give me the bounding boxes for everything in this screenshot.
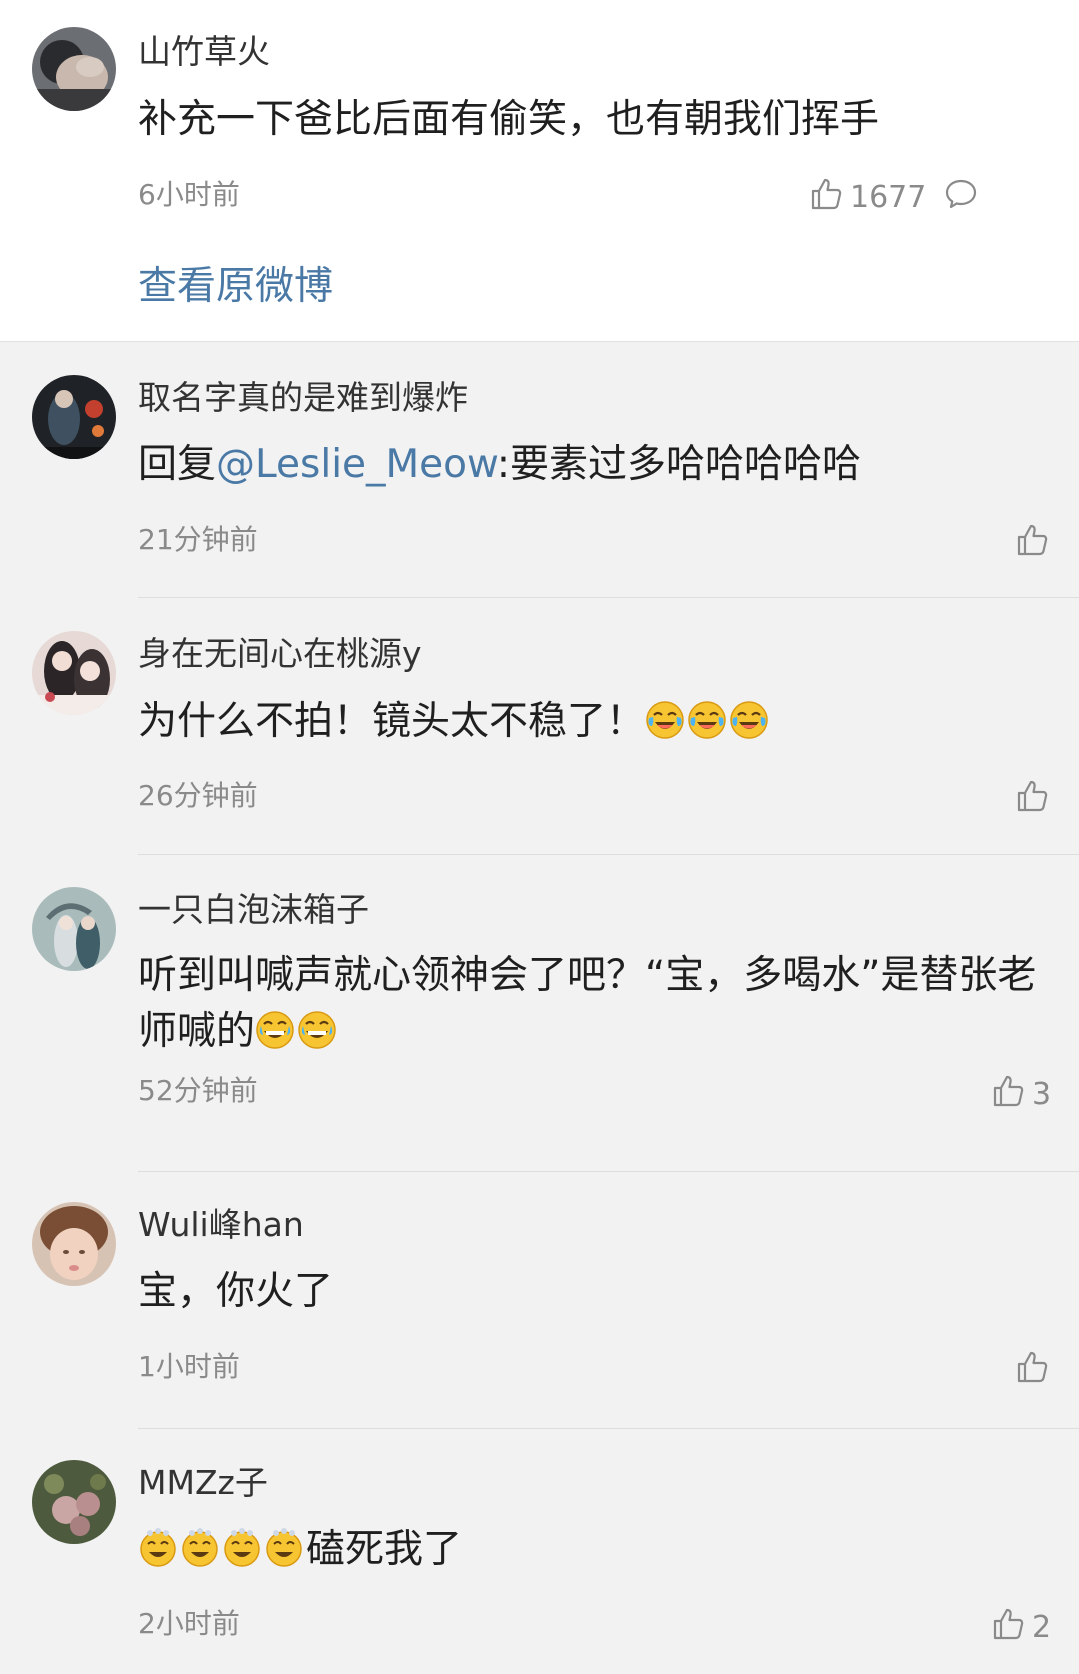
avatar[interactable]: [32, 1202, 116, 1286]
thumbs-up-icon: [1016, 523, 1048, 565]
comment-text: 宝，你火了: [138, 1269, 334, 1314]
thumbs-up-icon: [1016, 779, 1048, 821]
timestamp: 1小时前: [138, 1350, 240, 1383]
reply-prefix: 回复: [138, 442, 217, 487]
dizzy-face-emoji: [224, 1528, 260, 1567]
dizzy-face-emoji: [140, 1528, 176, 1567]
thumbs-up-icon: [992, 1074, 1024, 1116]
top-comment-card: 山竹草火 补充一下爸比后面有偷笑，也有朝我们挥手 6小时前 1677 查看原微博: [0, 0, 1079, 342]
dizzy-face-emoji: [182, 1528, 218, 1567]
timestamp: 2小时前: [138, 1607, 240, 1640]
reply-text: :要素过多哈哈哈哈哈: [496, 442, 861, 487]
like-button[interactable]: [1016, 1350, 1056, 1392]
tears-of-joy-emoji: [298, 1011, 336, 1049]
thumbs-up-icon: [1016, 1350, 1048, 1392]
crying-laughing-emoji: [646, 701, 684, 739]
like-count: 2: [1032, 1610, 1052, 1645]
mention-link[interactable]: @Leslie_Meow: [216, 442, 497, 487]
timestamp: 6小时前: [138, 178, 240, 211]
comment-text: 回复@Leslie_Meow:要素过多哈哈哈哈哈: [138, 437, 1053, 493]
username[interactable]: 身在无间心在桃源y: [138, 634, 422, 674]
timestamp: 21分钟前: [138, 523, 258, 556]
crying-laughing-emoji: [688, 701, 726, 739]
timestamp: 26分钟前: [138, 779, 258, 812]
thumbs-up-icon: [992, 1607, 1024, 1649]
username[interactable]: Wuli峰han: [138, 1205, 304, 1245]
thumbs-up-icon: [810, 177, 842, 219]
username[interactable]: 山竹草火: [138, 32, 270, 72]
comment-text: 磕死我了: [138, 1522, 1053, 1578]
avatar[interactable]: [32, 27, 116, 111]
like-count: 1677: [850, 180, 927, 215]
reply-text: 磕死我了: [306, 1527, 463, 1572]
divider: [138, 1428, 1079, 1429]
replies-list: 取名字真的是难到爆炸 回复@Leslie_Meow:要素过多哈哈哈哈哈 21分钟…: [0, 343, 1079, 1674]
like-button[interactable]: 3: [992, 1074, 1051, 1116]
username[interactable]: 取名字真的是难到爆炸: [138, 378, 468, 418]
like-button[interactable]: 1677: [810, 177, 926, 219]
like-button[interactable]: [1016, 523, 1056, 565]
reply-text: 为什么不拍！镜头太不稳了！: [138, 699, 646, 744]
dizzy-face-emoji: [266, 1528, 302, 1567]
username[interactable]: MMZz子: [138, 1463, 268, 1503]
like-count: 3: [1032, 1077, 1052, 1112]
comment-text: 补充一下爸比后面有偷笑，也有朝我们挥手: [138, 97, 880, 142]
tears-of-joy-emoji: [256, 1011, 294, 1049]
avatar[interactable]: [32, 887, 116, 971]
timestamp: 52分钟前: [138, 1074, 258, 1107]
crying-laughing-emoji: [730, 701, 768, 739]
comment-text: 为什么不拍！镜头太不稳了！: [138, 694, 1053, 750]
avatar[interactable]: [32, 631, 116, 715]
view-original-link[interactable]: 查看原微博: [138, 262, 333, 312]
divider: [138, 597, 1079, 598]
comment-text: 听到叫喊声就心领神会了吧？“宝，多喝水”是替张老师喊的: [138, 948, 1053, 1060]
like-button[interactable]: [1016, 779, 1056, 821]
avatar[interactable]: [32, 1460, 116, 1544]
avatar[interactable]: [32, 375, 116, 459]
divider: [138, 1171, 1079, 1172]
username[interactable]: 一只白泡沫箱子: [138, 890, 369, 930]
divider: [138, 854, 1079, 855]
like-button[interactable]: 2: [992, 1607, 1051, 1649]
reply-icon[interactable]: [944, 177, 978, 215]
